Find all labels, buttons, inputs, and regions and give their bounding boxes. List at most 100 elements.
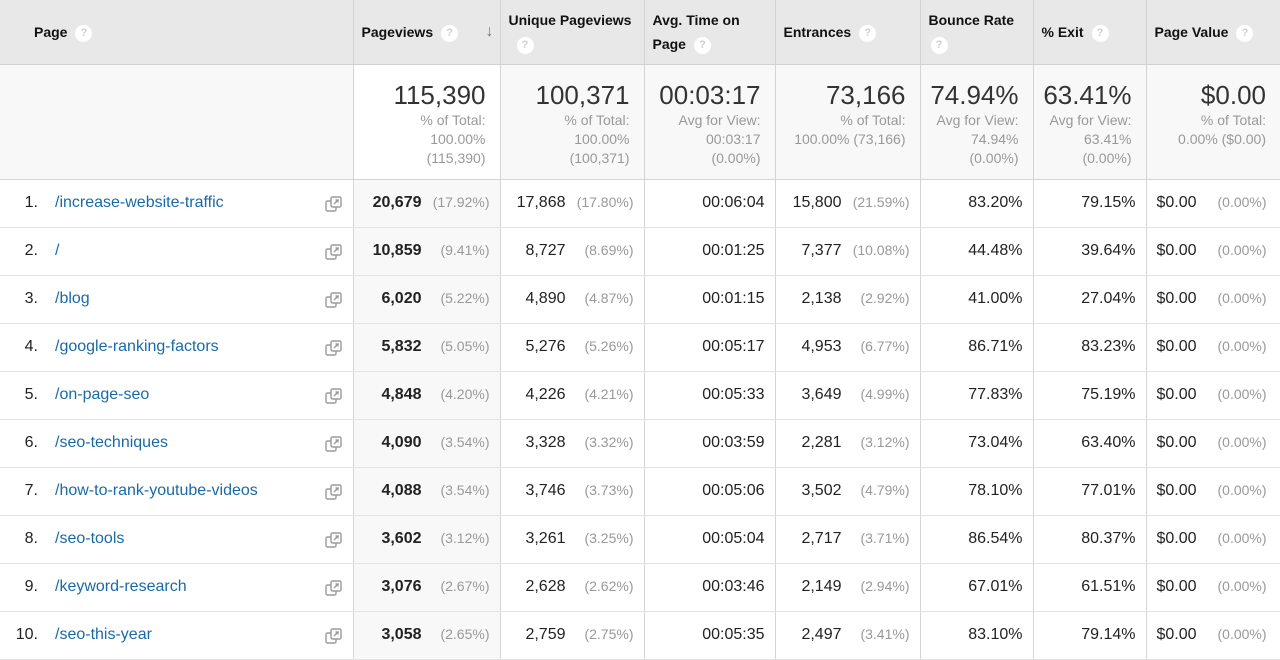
help-icon[interactable]: ?: [441, 24, 459, 42]
help-icon[interactable]: ?: [930, 36, 948, 54]
page-cell: 10. /seo-this-year: [0, 611, 354, 660]
open-in-new-window-icon[interactable]: [324, 483, 343, 500]
open-in-new-window-icon[interactable]: [324, 387, 343, 404]
open-in-new-window-icon[interactable]: [324, 627, 343, 644]
column-header-page-value[interactable]: Page Value?: [1146, 0, 1280, 65]
page-link[interactable]: /on-page-seo: [55, 386, 149, 403]
totals-pageviews: 115,390% of Total: 100.00% (115,390): [353, 64, 501, 180]
bounce-rate-cell: 83.10%: [920, 611, 1034, 660]
entrances-cell: 4,953 (6.77%): [775, 323, 921, 372]
avg-time-cell: 00:03:59: [644, 419, 776, 468]
help-icon[interactable]: ?: [859, 24, 877, 42]
exit-cell: 79.14%: [1033, 611, 1147, 660]
entrances-cell: 2,497 (3.41%): [775, 611, 921, 660]
page-cell: 2. /: [0, 227, 354, 276]
totals-entrances: 73,166% of Total: 100.00% (73,166): [775, 64, 921, 180]
open-in-new-window-icon[interactable]: [324, 435, 343, 452]
column-header-page[interactable]: Page?: [0, 0, 354, 65]
page-link[interactable]: /seo-techniques: [55, 434, 168, 451]
entrances-cell: 2,717 (3.71%): [775, 515, 921, 564]
page-cell: 6. /seo-techniques: [0, 419, 354, 468]
column-header-pageviews[interactable]: Pageviews? ↓: [353, 0, 501, 65]
column-header-unique-pageviews[interactable]: Unique Pageviews?: [500, 0, 645, 65]
page-link[interactable]: /increase-website-traffic: [55, 194, 224, 211]
bounce-rate-cell: 78.10%: [920, 467, 1034, 516]
page-value-cell: $0.00 (0.00%): [1146, 515, 1280, 564]
exit-cell: 27.04%: [1033, 275, 1147, 324]
page-value-cell: $0.00 (0.00%): [1146, 611, 1280, 660]
table-row: 10. /seo-this-year 3,058 (2.65%) 2,759 (2.7…: [0, 611, 1280, 660]
totals-avg-time: 00:03:17 Avg for View: 00:03:17 (0.00%): [644, 64, 776, 180]
help-icon[interactable]: ?: [693, 36, 711, 54]
unique-pageviews-cell: 4,226 (4.21%): [500, 371, 645, 420]
page-cell: 1. /increase-website-traffic: [0, 179, 354, 228]
table-row: 2./ 10,859 (9.41%) 8,727 (8.69%) 00:01:25 …: [0, 227, 1280, 276]
help-icon[interactable]: ?: [75, 24, 93, 42]
entrances-cell: 2,149 (2.94%): [775, 563, 921, 612]
row-index: 4.: [24, 338, 38, 355]
table-row: 9. /keyword-research 3,076 (2.67%) 2,628 (2…: [0, 563, 1280, 612]
page-link[interactable]: /how-to-rank-youtube-videos: [55, 482, 258, 499]
page-link[interactable]: /blog: [55, 290, 90, 307]
page-value-cell: $0.00 (0.00%): [1146, 563, 1280, 612]
column-header-entrances[interactable]: Entrances?: [775, 0, 921, 65]
entrances-cell: 2,281 (3.12%): [775, 419, 921, 468]
page-value-cell: $0.00 (0.00%): [1146, 419, 1280, 468]
open-in-new-window-icon[interactable]: [324, 243, 343, 260]
exit-cell: 83.23%: [1033, 323, 1147, 372]
page-link[interactable]: /seo-tools: [55, 530, 124, 547]
entrances-cell: 3,502 (4.79%): [775, 467, 921, 516]
totals-row: 115,390% of Total: 100.00% (115,390) 100,3…: [0, 64, 1280, 180]
row-index: 2.: [24, 242, 38, 259]
pageviews-cell: 5,832 (5.05%): [353, 323, 501, 372]
totals-page-value: $0.00% of Total: 0.00% ($0.00): [1146, 64, 1280, 180]
page-link[interactable]: /keyword-research: [55, 578, 187, 595]
pageviews-cell: 4,848 (4.20%): [353, 371, 501, 420]
open-in-new-window-icon[interactable]: [324, 579, 343, 596]
open-in-new-window-icon[interactable]: [324, 291, 343, 308]
unique-pageviews-cell: 17,868 (17.80%): [500, 179, 645, 228]
avg-time-cell: 00:05:04: [644, 515, 776, 564]
entrances-cell: 7,377 (10.08%): [775, 227, 921, 276]
page-link[interactable]: /google-ranking-factors: [55, 338, 219, 355]
help-icon[interactable]: ?: [1236, 24, 1254, 42]
column-header-avg-time-on-page[interactable]: Avg. Time on Page?: [644, 0, 776, 65]
avg-time-cell: 00:01:15: [644, 275, 776, 324]
column-header-exit[interactable]: % Exit?: [1033, 0, 1147, 65]
page-link[interactable]: /: [55, 242, 59, 259]
row-index: 5.: [24, 386, 38, 403]
pageviews-cell: 3,058 (2.65%): [353, 611, 501, 660]
bounce-rate-cell: 83.20%: [920, 179, 1034, 228]
row-index: 8.: [24, 530, 38, 547]
unique-pageviews-cell: 8,727 (8.69%): [500, 227, 645, 276]
page-value-cell: $0.00 (0.00%): [1146, 467, 1280, 516]
totals-page-cell: [0, 64, 354, 180]
help-icon[interactable]: ?: [516, 36, 534, 54]
table-row: 8. /seo-tools 3,602 (3.12%) 3,261 (3.25%) 0…: [0, 515, 1280, 564]
table-row: 6. /seo-techniques 4,090 (3.54%) 3,328 (3.3…: [0, 419, 1280, 468]
table-row: 7. /how-to-rank-youtube-videos 4,088 (3.54…: [0, 467, 1280, 516]
help-icon[interactable]: ?: [1091, 24, 1109, 42]
bounce-rate-cell: 77.83%: [920, 371, 1034, 420]
column-header-bounce-rate[interactable]: Bounce Rate?: [920, 0, 1034, 65]
entrances-cell: 2,138 (2.92%): [775, 275, 921, 324]
unique-pageviews-cell: 2,628 (2.62%): [500, 563, 645, 612]
row-index: 7.: [24, 482, 38, 499]
open-in-new-window-icon[interactable]: [324, 531, 343, 548]
exit-cell: 75.19%: [1033, 371, 1147, 420]
open-in-new-window-icon[interactable]: [324, 339, 343, 356]
exit-cell: 79.15%: [1033, 179, 1147, 228]
open-in-new-window-icon[interactable]: [324, 195, 343, 212]
page-cell: 4. /google-ranking-factors: [0, 323, 354, 372]
page-value-cell: $0.00 (0.00%): [1146, 275, 1280, 324]
bounce-rate-cell: 86.71%: [920, 323, 1034, 372]
entrances-cell: 3,649 (4.99%): [775, 371, 921, 420]
sort-descending-icon[interactable]: ↓: [486, 20, 494, 44]
avg-time-cell: 00:05:35: [644, 611, 776, 660]
page-value-cell: $0.00 (0.00%): [1146, 371, 1280, 420]
page-value-cell: $0.00 (0.00%): [1146, 227, 1280, 276]
table-row: 1. /increase-website-traffic 20,679 (17.92…: [0, 179, 1280, 228]
page-link[interactable]: /seo-this-year: [55, 626, 152, 643]
page-cell: 9. /keyword-research: [0, 563, 354, 612]
analytics-table: Page? Pageviews? ↓ Unique Pageviews? Avg.…: [0, 0, 1280, 660]
